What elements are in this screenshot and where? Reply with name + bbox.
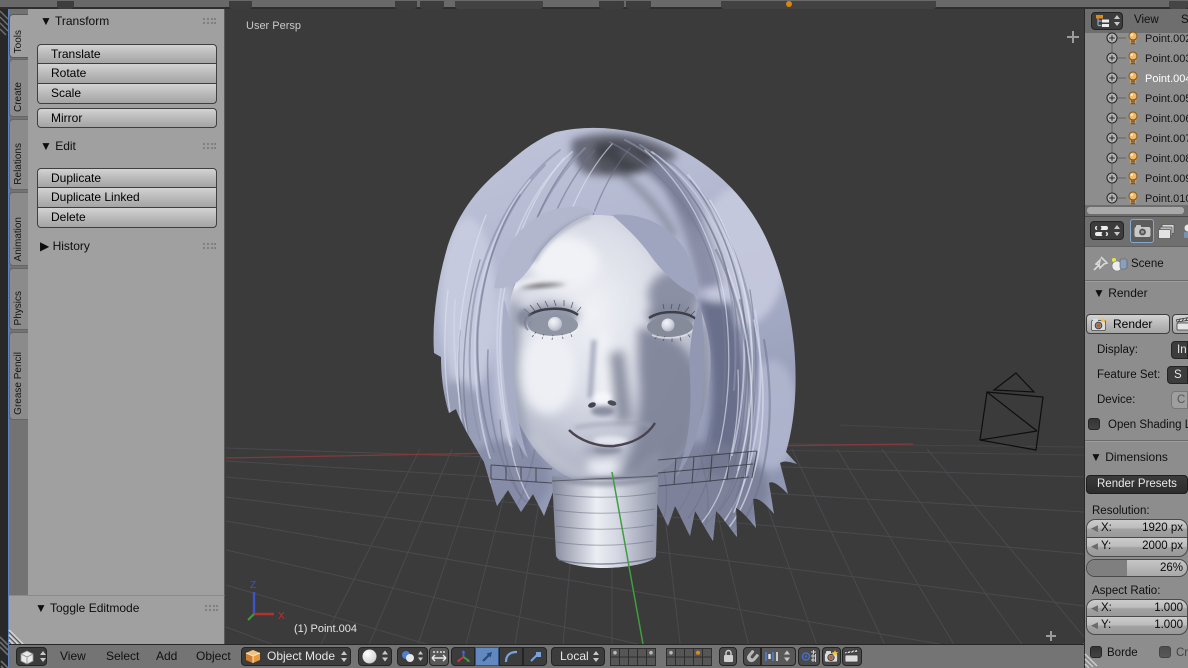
svg-text:Point.010: Point.010: [1145, 193, 1188, 205]
svg-text:Z: Z: [250, 580, 256, 591]
svg-text:Point.005: Point.005: [1145, 93, 1188, 105]
svg-text:Point.004: Point.004: [1145, 73, 1188, 85]
svg-text:(1) Point.004: (1) Point.004: [294, 623, 357, 635]
svg-text:Point.009: Point.009: [1145, 173, 1188, 185]
svg-text:User Persp: User Persp: [246, 20, 301, 32]
svg-text:X: X: [278, 611, 285, 622]
svg-text:Point.003: Point.003: [1145, 53, 1188, 65]
svg-text:Point.007: Point.007: [1145, 133, 1188, 145]
svg-text:Point.006: Point.006: [1145, 113, 1188, 125]
svg-text:Point.002: Point.002: [1145, 33, 1188, 45]
svg-text:Point.008: Point.008: [1145, 153, 1188, 165]
